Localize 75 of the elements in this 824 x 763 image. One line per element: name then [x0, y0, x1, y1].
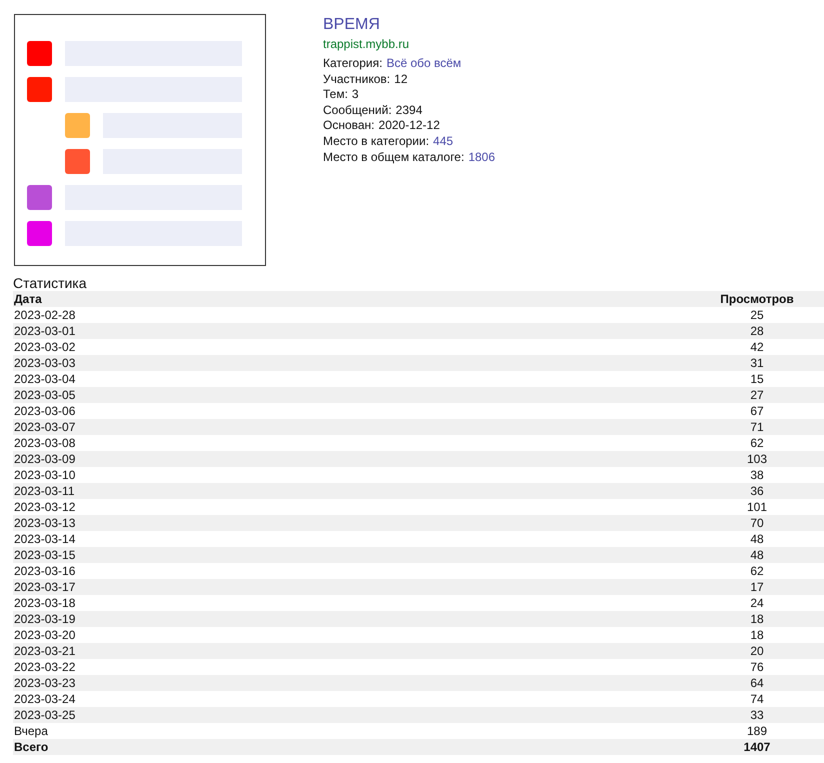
info-value: 2020-12-12 — [378, 118, 440, 134]
views-cell-text: 33 — [749, 707, 765, 723]
date-cell-text: 2023-03-21 — [13, 643, 76, 659]
views-cell-text: 20 — [749, 643, 765, 659]
date-cell-text: 2023-03-14 — [13, 531, 76, 547]
date-cell-text: Вчера — [13, 723, 49, 739]
forum-title-link[interactable]: ВРЕМЯ — [323, 15, 496, 35]
info-value: 12 — [394, 72, 408, 88]
info-label: Категория: — [323, 56, 382, 72]
date-cell-text: 2023-02-28 — [13, 307, 76, 323]
views-cell-text: 70 — [749, 515, 765, 531]
date-cell-text: 2023-03-18 — [13, 595, 76, 611]
date-cell-text: 2023-03-12 — [13, 499, 76, 515]
forum-url-link[interactable]: trappist.mybb.ru — [323, 36, 496, 52]
date-cell-text: 2023-03-03 — [13, 355, 76, 371]
views-cell-text: 48 — [749, 531, 765, 547]
date-cell-text: 2023-03-01 — [13, 323, 76, 339]
date-cell-text: 2023-03-08 — [13, 435, 76, 451]
views-cell-text: 189 — [746, 723, 768, 739]
views-cell-text: 101 — [746, 499, 768, 515]
date-cell-text: Всего — [13, 739, 50, 755]
date-cell-text: 2023-03-07 — [13, 419, 76, 435]
date-cell-text: 2023-03-04 — [13, 371, 76, 387]
info-link[interactable]: 1806 — [468, 150, 496, 166]
date-cell-text: 2023-03-09 — [13, 451, 76, 467]
views-cell-text: 31 — [749, 355, 765, 371]
views-cell-text: 71 — [749, 419, 765, 435]
views-cell-text: 74 — [749, 691, 765, 707]
views-cell-text: 42 — [749, 339, 765, 355]
views-cell-text: 62 — [749, 435, 765, 451]
views-cell-text: 18 — [749, 627, 765, 643]
info-link[interactable]: Всё обо всём — [386, 56, 462, 72]
views-cell-text: 18 — [749, 611, 765, 627]
views-cell-text: 38 — [749, 467, 765, 483]
views-cell-text: 17 — [749, 579, 765, 595]
info-label: Тем: — [323, 87, 348, 103]
column-header: Дата — [13, 291, 43, 307]
views-cell-text: 1407 — [742, 739, 772, 755]
date-cell-text: 2023-03-19 — [13, 611, 76, 627]
views-cell-text: 28 — [749, 323, 765, 339]
info-label: Место в категории: — [323, 134, 430, 150]
info-link[interactable]: 445 — [433, 134, 454, 150]
date-cell-text: 2023-03-05 — [13, 387, 76, 403]
views-cell-text: 48 — [749, 547, 765, 563]
views-cell-text: 76 — [749, 659, 765, 675]
date-cell-text: 2023-03-20 — [13, 627, 76, 643]
date-cell-text: 2023-03-15 — [13, 547, 76, 563]
date-cell-text: 2023-03-17 — [13, 579, 76, 595]
views-cell-text: 64 — [749, 675, 765, 691]
date-cell-text: 2023-03-23 — [13, 675, 76, 691]
date-cell-text: 2023-03-16 — [13, 563, 76, 579]
info-label: Основан: — [323, 118, 375, 134]
views-cell-text: 103 — [746, 451, 768, 467]
views-cell-text: 36 — [749, 483, 765, 499]
date-cell-text: 2023-03-13 — [13, 515, 76, 531]
date-cell-text: 2023-03-24 — [13, 691, 76, 707]
info-value: 3 — [352, 87, 359, 103]
statistics-heading: Статистика — [13, 275, 87, 291]
date-cell-text: 2023-03-22 — [13, 659, 76, 675]
views-cell-text: 27 — [749, 387, 765, 403]
views-cell-text: 62 — [749, 563, 765, 579]
date-cell-text: 2023-03-06 — [13, 403, 76, 419]
date-cell-text: 2023-03-25 — [13, 707, 76, 723]
column-header: Просмотров — [719, 291, 795, 307]
date-cell-text: 2023-03-02 — [13, 339, 76, 355]
info-label: Место в общем каталоге: — [323, 150, 464, 166]
views-cell-text: 25 — [749, 307, 765, 323]
date-cell-text: 2023-03-10 — [13, 467, 76, 483]
views-cell-text: 67 — [749, 403, 765, 419]
date-cell-text: 2023-03-11 — [13, 483, 76, 499]
info-value: 2394 — [396, 102, 422, 118]
info-label: Участников: — [323, 72, 390, 88]
views-cell-text: 15 — [749, 371, 765, 387]
views-cell-text: 24 — [749, 595, 765, 611]
info-label: Сообщений: — [323, 102, 392, 118]
